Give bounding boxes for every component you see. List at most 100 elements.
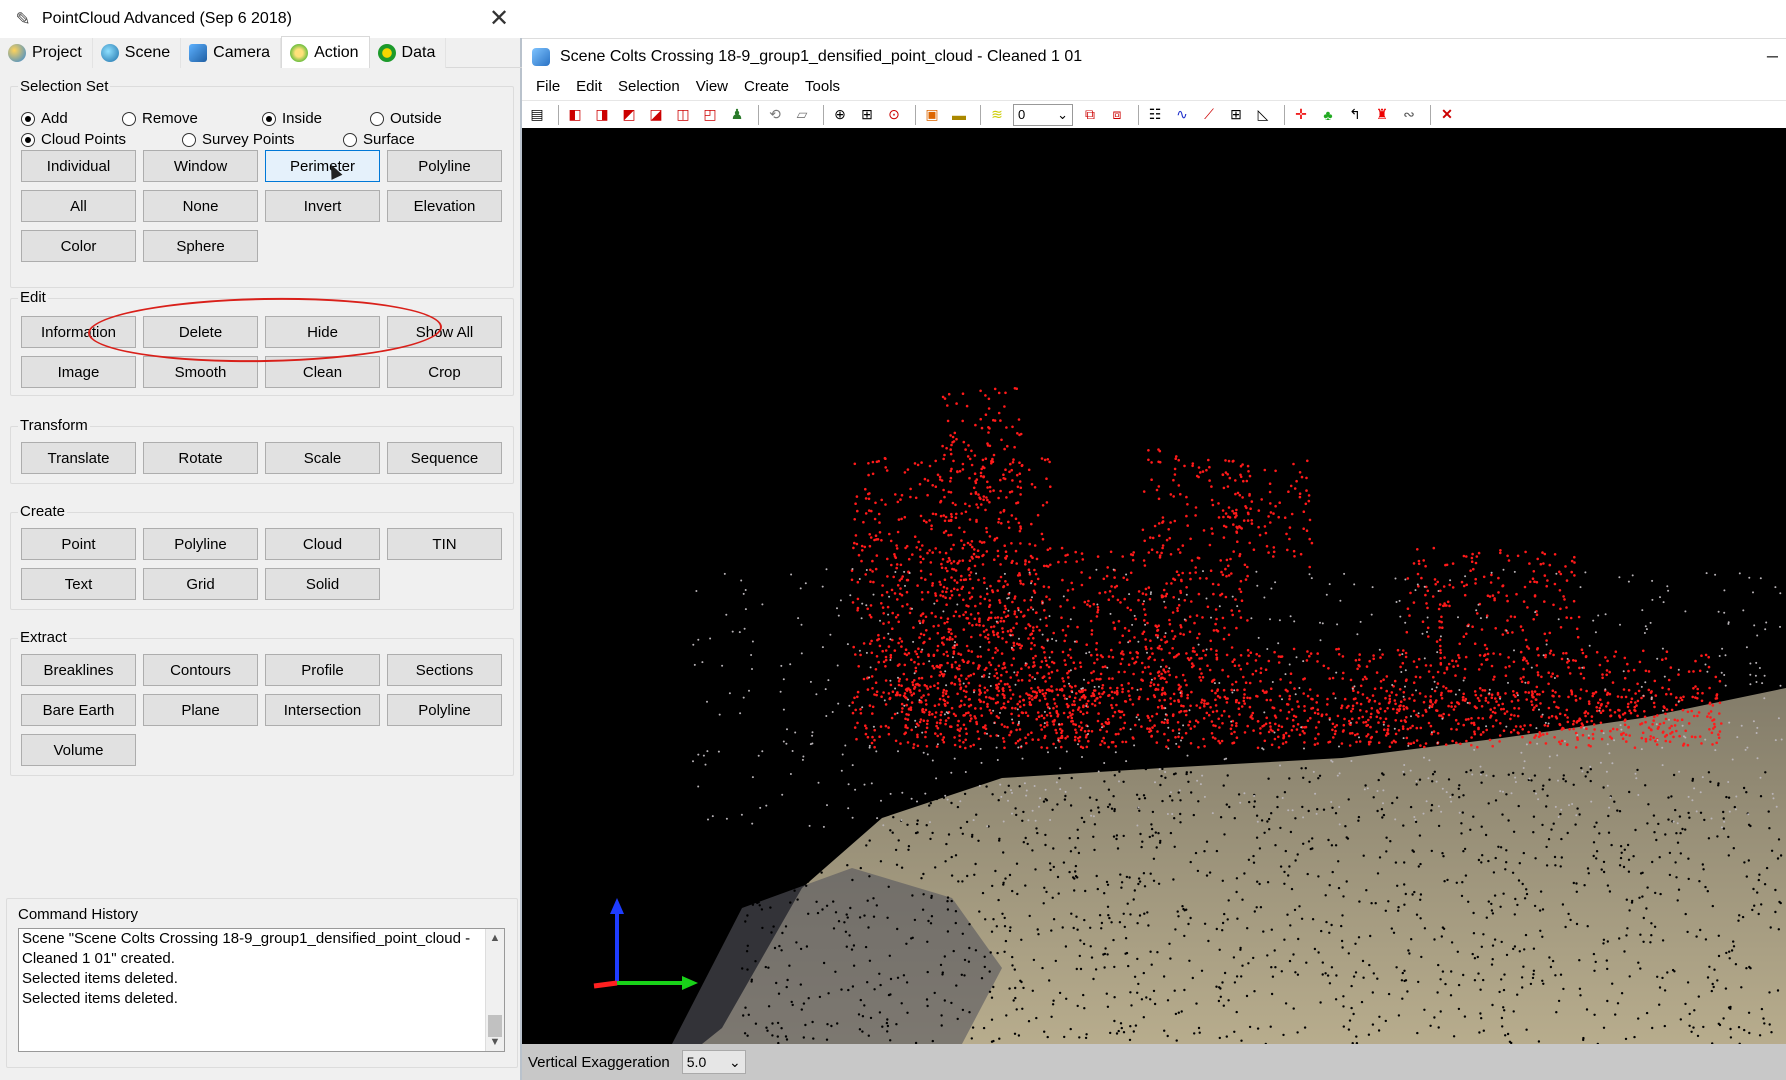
menu-view[interactable]: View <box>688 74 736 100</box>
zoom-selection-icon[interactable]: ⊙ <box>883 104 905 126</box>
radio-remove[interactable]: Remove <box>122 110 198 127</box>
perimeter-button[interactable]: Perimeter <box>265 150 380 182</box>
elevation-button[interactable]: Elevation <box>387 190 502 222</box>
label-icon[interactable]: ▣ <box>921 104 943 126</box>
layer-select[interactable]: 0 ⌄ <box>1013 103 1073 126</box>
solid-button[interactable]: Solid <box>265 568 380 600</box>
view-front-icon[interactable]: ◩ <box>618 104 640 126</box>
tin-button[interactable]: TIN <box>387 528 502 560</box>
image-button[interactable]: Image <box>21 356 136 388</box>
polyline-create-button[interactable]: Polyline <box>143 528 258 560</box>
invert-button[interactable]: Invert <box>265 190 380 222</box>
text-button[interactable]: Text <box>21 568 136 600</box>
volume-button[interactable]: Volume <box>21 734 136 766</box>
bare-earth-button[interactable]: Bare Earth <box>21 694 136 726</box>
tab-data[interactable]: Data <box>369 38 447 68</box>
view-iso-icon[interactable]: ♟ <box>726 104 748 126</box>
grid-button[interactable]: Grid <box>143 568 258 600</box>
menu-tools[interactable]: Tools <box>797 74 848 100</box>
breaklines-button[interactable]: Breaklines <box>21 654 136 686</box>
tab-label: Camera <box>213 44 271 61</box>
window-button[interactable]: Window <box>143 150 258 182</box>
plane-button[interactable]: Plane <box>143 694 258 726</box>
wave-icon[interactable]: ∾ <box>1398 104 1420 126</box>
layers-icon[interactable]: ≋ <box>986 104 1008 126</box>
point-list-icon[interactable]: ☷ <box>1144 104 1166 126</box>
select-zoom-icon[interactable]: ⧉ <box>1079 104 1101 126</box>
menu-create[interactable]: Create <box>736 74 797 100</box>
radio-inside[interactable]: Inside <box>262 110 322 127</box>
radio-add[interactable]: Add <box>21 110 68 127</box>
radio-outside[interactable]: Outside <box>370 110 442 127</box>
scene-app-icon <box>532 47 550 66</box>
data-icon <box>377 44 396 62</box>
point-cloud-viewport[interactable] <box>522 128 1786 1044</box>
history-scrollbar[interactable]: ▲ ▼ <box>485 929 504 1051</box>
tab-label: Scene <box>124 44 171 61</box>
show-all-button[interactable]: Show All <box>387 316 502 348</box>
translate-button[interactable]: Translate <box>21 442 136 474</box>
crop-button[interactable]: Crop <box>387 356 502 388</box>
view-left-icon[interactable]: ◫ <box>672 104 694 126</box>
delete-button[interactable]: Delete <box>143 316 258 348</box>
tree-icon[interactable]: ♣ <box>1317 104 1339 126</box>
intersection-button[interactable]: Intersection <box>265 694 380 726</box>
scroll-up-icon[interactable]: ▲ <box>486 929 504 947</box>
tab-project[interactable]: Project <box>0 38 93 68</box>
sphere-button[interactable]: Sphere <box>143 230 258 262</box>
profile-button[interactable]: Profile <box>265 654 380 686</box>
polyline-select-button[interactable]: Polyline <box>387 150 502 182</box>
curve-icon[interactable]: ∿ <box>1171 104 1193 126</box>
angle-icon[interactable]: ◺ <box>1252 104 1274 126</box>
cloud-button[interactable]: Cloud <box>265 528 380 560</box>
zoom-extents-icon[interactable]: ⊕ <box>829 104 851 126</box>
color-button[interactable]: Color <box>21 230 136 262</box>
pan-icon[interactable]: ▱ <box>791 104 813 126</box>
grid-icon[interactable]: ⊞ <box>1225 104 1247 126</box>
view-right-icon[interactable]: ◰ <box>699 104 721 126</box>
tab-action[interactable]: Action <box>281 36 370 68</box>
tab-scene[interactable]: Scene <box>92 38 182 68</box>
close-icon[interactable]: ✕ <box>484 4 514 34</box>
menu-selection[interactable]: Selection <box>610 74 688 100</box>
tab-camera[interactable]: Camera <box>181 38 282 68</box>
chart-icon[interactable]: ⟋ <box>1198 104 1220 126</box>
view-back-icon[interactable]: ◪ <box>645 104 667 126</box>
none-button[interactable]: None <box>143 190 258 222</box>
hide-button[interactable]: Hide <box>265 316 380 348</box>
zoom-window-icon[interactable]: ⊞ <box>856 104 878 126</box>
close-scene-icon[interactable]: ✕ <box>1436 104 1458 126</box>
contours-button[interactable]: Contours <box>143 654 258 686</box>
crosshair-icon[interactable]: ✛ <box>1290 104 1312 126</box>
individual-button[interactable]: Individual <box>21 150 136 182</box>
vertical-exaggeration-select[interactable]: 5.0 ⌄ <box>681 1050 746 1074</box>
menu-file[interactable]: File <box>528 74 568 100</box>
polyline-extract-button[interactable]: Polyline <box>387 694 502 726</box>
smooth-button[interactable]: Smooth <box>143 356 258 388</box>
all-button[interactable]: All <box>21 190 136 222</box>
scroll-down-icon[interactable]: ▼ <box>486 1033 504 1051</box>
select-clear-icon[interactable]: ⧈ <box>1106 104 1128 126</box>
orbit-icon[interactable]: ⟲ <box>764 104 786 126</box>
view-bottom-icon[interactable]: ◨ <box>591 104 613 126</box>
hook-icon[interactable]: ↰ <box>1344 104 1366 126</box>
history-line: Selected items deleted. <box>22 970 178 987</box>
scale-button[interactable]: Scale <box>265 442 380 474</box>
minimize-icon[interactable]: – <box>1767 45 1778 68</box>
point-button[interactable]: Point <box>21 528 136 560</box>
radio-cloud-points[interactable]: Cloud Points <box>21 131 126 148</box>
scene-title: Scene Colts Crossing 18-9_group1_densifi… <box>560 47 1083 65</box>
clean-button[interactable]: Clean <box>265 356 380 388</box>
sequence-button[interactable]: Sequence <box>387 442 502 474</box>
command-history-box[interactable]: Scene "Scene Colts Crossing 18-9_group1_… <box>18 928 505 1052</box>
information-button[interactable]: Information <box>21 316 136 348</box>
sections-button[interactable]: Sections <box>387 654 502 686</box>
hydrant-icon[interactable]: ♜ <box>1371 104 1393 126</box>
measure-icon[interactable]: ▬ <box>948 104 970 126</box>
rotate-button[interactable]: Rotate <box>143 442 258 474</box>
properties-icon[interactable]: ▤ <box>526 104 548 126</box>
view-top-icon[interactable]: ◧ <box>564 104 586 126</box>
radio-survey-points[interactable]: Survey Points <box>182 131 295 148</box>
menu-edit[interactable]: Edit <box>568 74 610 100</box>
radio-surface[interactable]: Surface <box>343 131 415 148</box>
